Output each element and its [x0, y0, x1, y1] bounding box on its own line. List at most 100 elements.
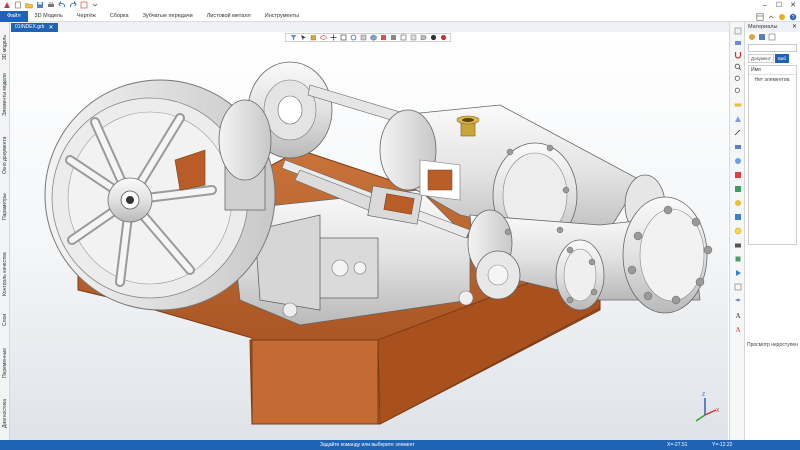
left-side-panel: 3D модель Элементы модели Окно документа…: [0, 22, 10, 440]
properties-icon[interactable]: [733, 26, 743, 35]
sidebar-item-document-window[interactable]: Окно документа: [1, 122, 9, 174]
tab-file[interactable]: Файл: [0, 10, 28, 22]
hidden-lines-icon[interactable]: [409, 34, 417, 41]
close-button[interactable]: ✕: [786, 0, 800, 10]
color-icon[interactable]: [733, 170, 743, 179]
materials-header: Материалы ✕: [745, 22, 800, 32]
pan-icon[interactable]: [329, 34, 337, 41]
tab-assembly[interactable]: Сборка: [103, 11, 136, 22]
cube-icon[interactable]: [733, 254, 743, 263]
open-folder-icon[interactable]: [25, 1, 33, 9]
mass-icon[interactable]: [733, 114, 743, 123]
document-tab-close-icon[interactable]: ✕: [48, 24, 53, 31]
zoom-fit-icon[interactable]: [339, 34, 347, 41]
annotation-icon[interactable]: A: [733, 324, 743, 333]
sidebar-item-quality-control[interactable]: Контроль качества: [1, 226, 9, 296]
zoom-in-icon[interactable]: [733, 74, 743, 83]
title-bar: – ☐ ✕: [0, 0, 800, 10]
column-header-name[interactable]: Имя: [749, 66, 796, 75]
expand-ribbon-icon[interactable]: [767, 13, 775, 21]
axis-triad-icon: Z X: [695, 392, 720, 422]
tab-drawing[interactable]: Чертёж: [70, 11, 103, 22]
tab-document[interactable]: Документ: [748, 54, 774, 63]
measure-icon[interactable]: [733, 100, 743, 109]
shading-icon[interactable]: [389, 34, 397, 41]
appearance-icon[interactable]: [733, 198, 743, 207]
customize-icon[interactable]: [91, 1, 99, 9]
library-icon[interactable]: [733, 38, 743, 47]
light-icon[interactable]: [733, 226, 743, 235]
wireframe-icon[interactable]: [399, 34, 407, 41]
visibility-icon[interactable]: [319, 34, 327, 41]
svg-text:X: X: [716, 408, 720, 414]
maximize-button[interactable]: ☐: [772, 0, 786, 10]
ribbon-right-tools: ?: [756, 11, 800, 22]
magnet-icon[interactable]: [733, 50, 743, 59]
filter-icon[interactable]: [289, 34, 297, 41]
sidebar-item-3d-model[interactable]: 3D модель: [1, 26, 9, 60]
svg-text:Z: Z: [702, 392, 705, 398]
texture-icon[interactable]: [733, 184, 743, 193]
tab-sheet-metal[interactable]: Листовой металл: [200, 11, 258, 22]
material-grid-icon[interactable]: [768, 33, 776, 41]
ribbon-tabs: Файл 3D Модель Чертёж Сборка Зубчатые пе…: [0, 10, 800, 22]
animation-icon[interactable]: [733, 268, 743, 277]
iso-view-icon[interactable]: [369, 34, 377, 41]
status-message: Задайте команду или выберите элемент: [320, 442, 415, 448]
sketch-icon[interactable]: [733, 128, 743, 137]
revolve-icon[interactable]: [733, 156, 743, 165]
section-icon[interactable]: [359, 34, 367, 41]
minimize-button[interactable]: –: [758, 0, 772, 10]
svg-text:?: ?: [792, 15, 795, 21]
scene-icon[interactable]: [733, 212, 743, 221]
style-icon[interactable]: [778, 13, 786, 21]
view-cube-icon[interactable]: [309, 34, 317, 41]
display-mode-icon[interactable]: [379, 34, 387, 41]
tab-gears[interactable]: Зубчатые передачи: [136, 11, 200, 22]
material-list-icon[interactable]: [758, 33, 766, 41]
layout-icon[interactable]: [756, 13, 764, 21]
3d-viewport[interactable]: Z X: [10, 32, 728, 440]
text-icon[interactable]: A: [733, 310, 743, 319]
materials-list[interactable]: Имя Нет элементов.: [748, 65, 797, 245]
sidebar-item-layers[interactable]: Слои: [1, 302, 9, 326]
document-tab-label: 01INDEX.grb: [15, 24, 45, 30]
tab-3d-model[interactable]: 3D Модель: [28, 11, 70, 22]
materials-toolbar: [745, 32, 800, 41]
svg-text:A: A: [735, 312, 740, 319]
preview-unavailable-text: Просмотр недоступен: [747, 342, 798, 348]
camera-icon[interactable]: [733, 240, 743, 249]
zoom-out-icon[interactable]: [733, 86, 743, 95]
material-sphere-icon[interactable]: [748, 33, 756, 41]
tab-tools[interactable]: Инструменты: [258, 11, 306, 22]
render-icon[interactable]: [429, 34, 437, 41]
right-toolbar: A A: [729, 22, 745, 440]
print-icon[interactable]: [47, 1, 55, 9]
panel-close-icon[interactable]: ✕: [792, 23, 797, 30]
layers-icon[interactable]: [733, 296, 743, 305]
tab-library[interactable]: Биб: [774, 54, 790, 63]
new-file-icon[interactable]: [14, 1, 22, 9]
materials-search-input[interactable]: [748, 44, 797, 52]
extrude-icon[interactable]: [733, 142, 743, 151]
search-icon[interactable]: [733, 62, 743, 71]
redo-icon[interactable]: [69, 1, 77, 9]
pdf-export-icon[interactable]: [80, 1, 88, 9]
steam-engine-model[interactable]: Z X: [10, 32, 728, 440]
perspective-icon[interactable]: [419, 34, 427, 41]
select-icon[interactable]: [299, 34, 307, 41]
help-icon[interactable]: ?: [789, 13, 797, 21]
material-icon[interactable]: [439, 34, 447, 41]
empty-list-message: Нет элементов.: [754, 77, 791, 83]
sidebar-item-variables[interactable]: Переменные: [1, 332, 9, 378]
undo-icon[interactable]: [58, 1, 66, 9]
save-icon[interactable]: [36, 1, 44, 9]
document-tab[interactable]: 01INDEX.grb ✕: [11, 22, 58, 32]
table-icon[interactable]: [733, 282, 743, 291]
rotate-icon[interactable]: [349, 34, 357, 41]
sidebar-item-model-elements[interactable]: Элементы модели: [1, 66, 9, 116]
sidebar-item-parameters[interactable]: Параметры: [1, 180, 9, 220]
cursor-y-readout: Y=-12.22: [712, 442, 733, 448]
sidebar-item-diagnostics[interactable]: Диагностика: [1, 384, 9, 428]
view-toolbar: [285, 33, 451, 42]
